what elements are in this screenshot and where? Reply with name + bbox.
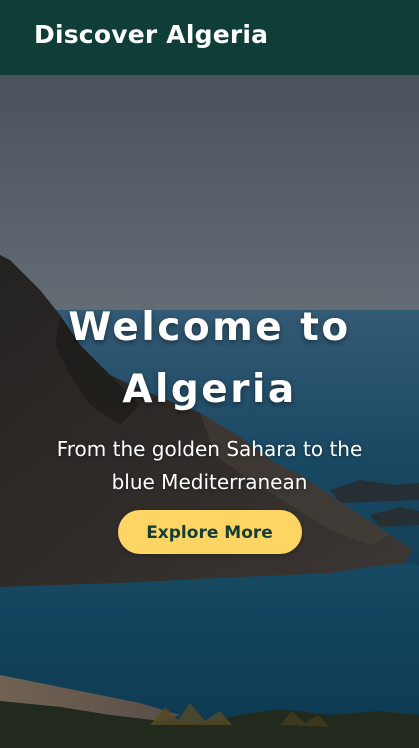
page: Discover Algeria Welcome to Algeria From… — [0, 0, 419, 748]
site-brand[interactable]: Discover Algeria — [34, 20, 268, 49]
hero-subtitle: From the golden Sahara to the blue Medit… — [56, 437, 363, 494]
explore-more-button[interactable]: Explore More — [117, 510, 302, 554]
hero-section: Welcome to Algeria From the golden Sahar… — [0, 75, 419, 748]
hero-title: Welcome to Algeria — [68, 305, 351, 412]
site-header: Discover Algeria — [0, 0, 419, 75]
hero-content: Welcome to Algeria From the golden Sahar… — [0, 297, 419, 554]
